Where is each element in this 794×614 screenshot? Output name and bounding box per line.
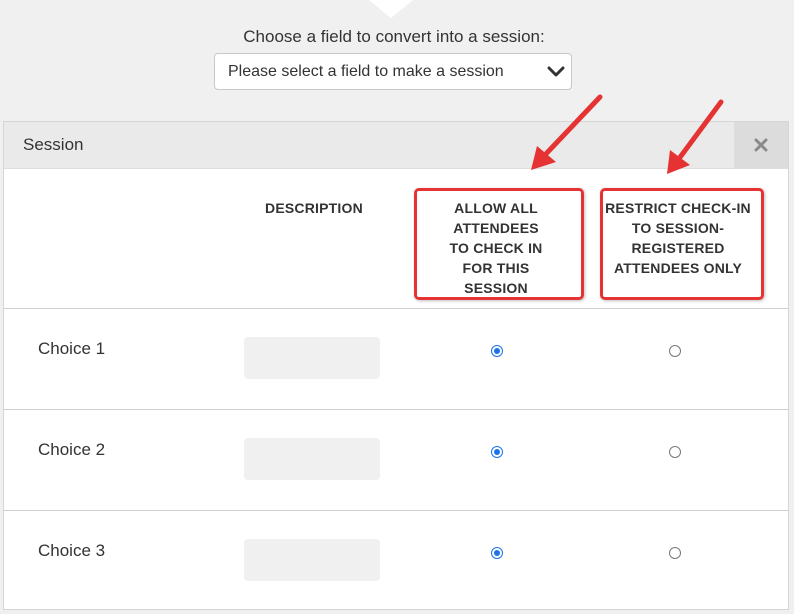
restrict-radio[interactable] (669, 446, 681, 458)
description-input[interactable] (244, 337, 380, 379)
choice-label: Choice 1 (38, 339, 106, 358)
field-select-value: Please select a field to make a session (228, 62, 504, 80)
column-header-description: DESCRIPTION (265, 200, 363, 216)
table-header: DESCRIPTION ALLOW ALL ATTENDEES TO CHECK… (4, 169, 788, 309)
description-input[interactable] (244, 539, 380, 581)
panel-header: Session (4, 122, 788, 169)
chevron-down-icon (541, 53, 571, 90)
allow-all-radio[interactable] (491, 446, 503, 458)
allow-all-radio[interactable] (491, 345, 503, 357)
close-button[interactable] (734, 122, 788, 168)
table-row: Choice 2 (4, 410, 788, 511)
popover-notch (369, 0, 413, 18)
choice-label: Choice 2 (38, 440, 106, 459)
table-row: Choice 3 (4, 511, 788, 611)
table-row: Choice 1 (4, 309, 788, 410)
field-select-label: Choose a field to convert into a session… (243, 27, 545, 46)
choice-label: Choice 3 (38, 541, 106, 560)
restrict-radio[interactable] (669, 345, 681, 357)
allow-all-radio[interactable] (491, 547, 503, 559)
panel-title: Session (23, 135, 84, 154)
column-header-allow-all: ALLOW ALL ATTENDEES TO CHECK IN FOR THIS… (449, 200, 543, 296)
column-header-restrict: RESTRICT CHECK-IN TO SESSION-REGISTERED … (605, 200, 751, 276)
field-select-dropdown[interactable]: Please select a field to make a session (214, 53, 572, 90)
session-panel: Session DESCRIPTION ALLOW ALL ATTENDEES … (3, 121, 789, 610)
close-icon (754, 138, 768, 152)
description-input[interactable] (244, 438, 380, 480)
restrict-radio[interactable] (669, 547, 681, 559)
